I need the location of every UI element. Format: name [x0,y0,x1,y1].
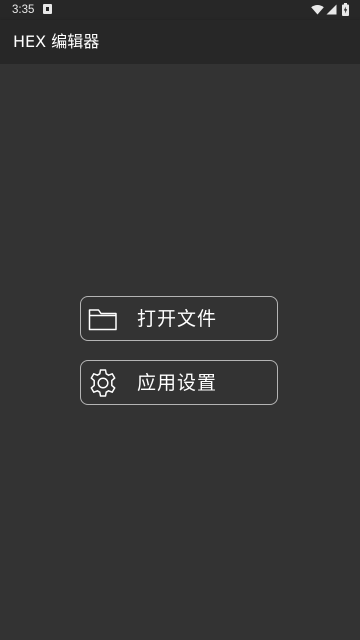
signal-icon [326,4,337,15]
gear-icon [90,369,116,397]
app-bar: HEX 编辑器 [0,20,360,64]
notification-icon [43,4,52,14]
folder-icon [88,309,117,331]
status-bar: 3:35 [0,0,360,20]
app-settings-label: 应用设置 [137,372,218,394]
app-title: HEX 编辑器 [13,32,100,51]
main-content: 打开文件 应用设置 [0,64,360,640]
open-file-label: 打开文件 [137,308,218,330]
battery-icon [342,3,349,16]
open-file-button[interactable]: 打开文件 [80,296,278,341]
wifi-icon [311,4,324,15]
status-time: 3:35 [12,4,35,16]
app-settings-button[interactable]: 应用设置 [80,360,278,405]
